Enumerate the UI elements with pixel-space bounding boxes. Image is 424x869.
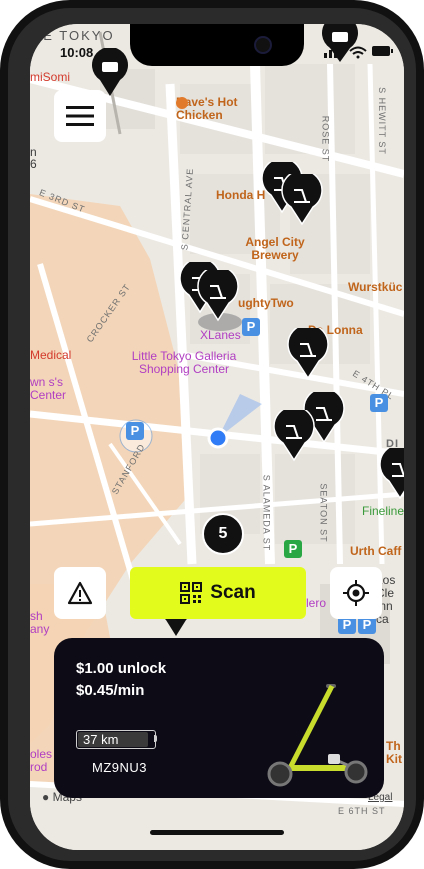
poi-little-tokyo-galleria[interactable]: Little Tokyo Galleria Shopping Center: [128, 350, 240, 376]
device-notch: [130, 24, 304, 66]
parking-icon[interactable]: P: [370, 394, 388, 412]
street-seaton: SEATON ST: [318, 483, 329, 543]
user-location-dot: [207, 427, 229, 449]
battery-icon: [372, 46, 393, 56]
wifi-icon: [349, 46, 367, 59]
apple-logo-icon: ●: [42, 790, 50, 804]
poi-daves-hot-chicken[interactable]: Dave's Hot Chicken: [176, 96, 266, 122]
scooter-marker[interactable]: [272, 410, 316, 462]
street-rose: ROSE ST: [320, 115, 331, 163]
poi-honda[interactable]: Honda H: [216, 188, 265, 202]
street-e-6th: E 6TH ST: [338, 806, 386, 816]
unlock-price: $1.00 unlock: [76, 660, 167, 677]
menu-button[interactable]: [54, 90, 106, 142]
status-icons: [324, 44, 393, 59]
phone-frame: Dave's Hot Chicken Honda H Angel City Br…: [0, 0, 424, 869]
crosshair-icon: [343, 580, 369, 606]
status-time: 10:08: [60, 45, 94, 60]
warning-icon: [67, 581, 93, 605]
poi-medical[interactable]: Medical: [30, 348, 71, 362]
street-alameda: S ALAMEDA ST: [261, 474, 272, 552]
recenter-location-button[interactable]: [330, 567, 382, 619]
hamburger-icon: [66, 106, 94, 126]
front-camera: [254, 36, 272, 54]
vehicle-id: MZ9NU3: [92, 760, 148, 775]
poi-urth-caffe[interactable]: Urth Caff: [350, 544, 401, 558]
poi-xlanes[interactable]: XLanes: [200, 328, 241, 342]
poi-town-center[interactable]: wn s's Center: [30, 376, 90, 402]
range-value: 37 km: [83, 732, 119, 747]
poi-angel-city-brewery[interactable]: Angel City Brewery: [240, 236, 310, 262]
scooter-marker[interactable]: [196, 270, 240, 322]
poi-lero[interactable]: lero: [306, 596, 326, 610]
poi-wurstkuche[interactable]: Wurstküc: [348, 280, 402, 294]
qr-code-icon: [180, 582, 203, 604]
street-hewitt: S HEWITT ST: [376, 87, 387, 155]
scan-label: Scan: [210, 582, 256, 603]
vehicle-cluster-count[interactable]: 5: [202, 513, 244, 555]
map-area-label: LE TOKYO: [34, 28, 115, 43]
vehicle-info-card[interactable]: $1.00 unlock $0.45/min 37 km MZ9NU3: [54, 638, 384, 798]
poi-naughtytwo[interactable]: ughtyTwo: [238, 296, 294, 310]
minute-price: $0.45/min: [76, 682, 145, 699]
parking-icon[interactable]: P: [126, 422, 144, 440]
home-indicator[interactable]: [150, 830, 284, 835]
scan-button[interactable]: Scan: [130, 567, 306, 619]
poi-misomi[interactable]: miSomi: [30, 70, 70, 84]
app-screen: Dave's Hot Chicken Honda H Angel City Br…: [30, 24, 404, 850]
parking-green-icon[interactable]: P: [284, 540, 302, 558]
range-battery-tip: [154, 735, 157, 742]
scooter-marker[interactable]: [378, 448, 404, 500]
poi-th-kit[interactable]: Th Kit: [386, 740, 404, 766]
poi-left-edge: n 6: [30, 145, 37, 171]
poi-fineline[interactable]: Fineline: [362, 504, 404, 518]
report-issue-button[interactable]: [54, 567, 106, 619]
scooter-marker[interactable]: [286, 328, 330, 380]
range-battery: 37 km: [76, 730, 156, 749]
restaurant-icon: [176, 97, 188, 109]
signal-icon: [324, 44, 342, 58]
scooter-marker[interactable]: [280, 174, 324, 226]
scooter-image: [267, 684, 368, 787]
parking-icon[interactable]: P: [242, 318, 260, 336]
